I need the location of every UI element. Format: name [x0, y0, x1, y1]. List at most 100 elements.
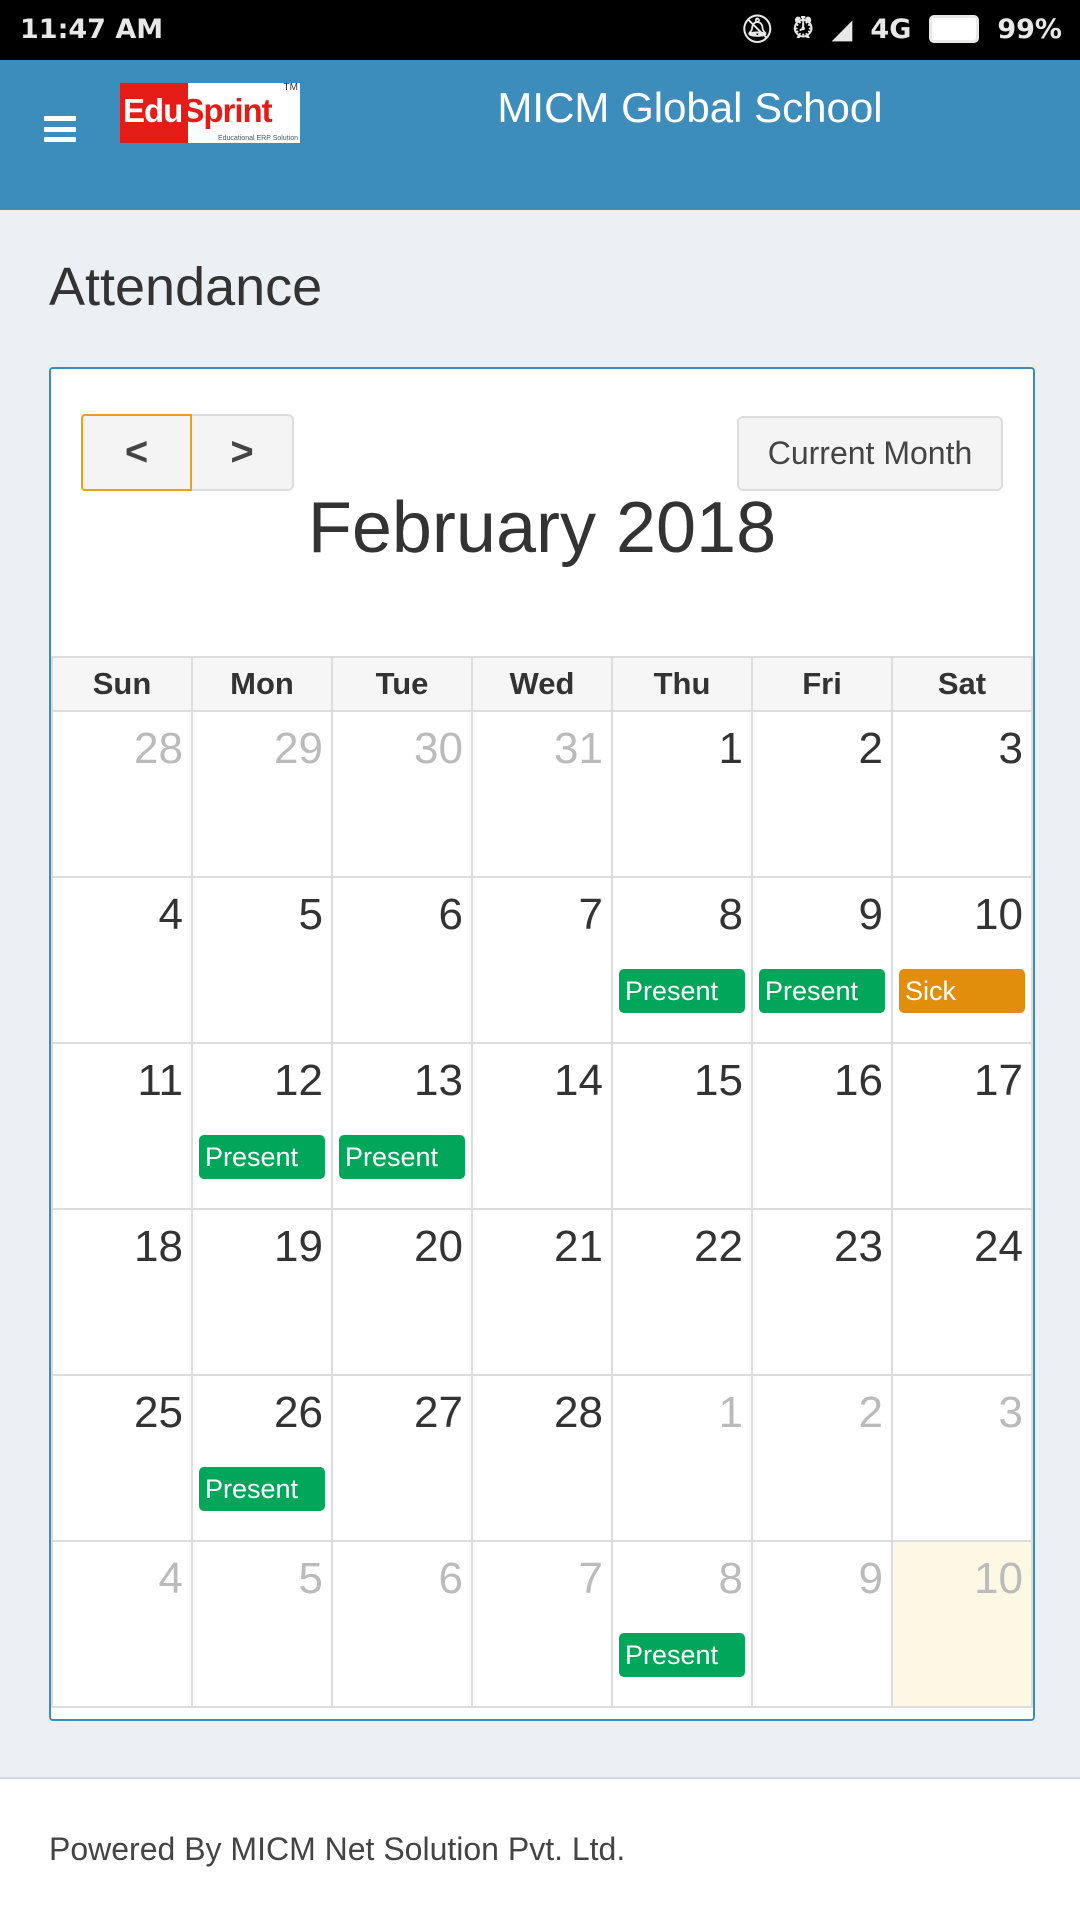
day-cell[interactable]: 3 [891, 1374, 1033, 1542]
day-number: 6 [438, 1554, 463, 1603]
day-cell[interactable]: 6 [331, 1540, 473, 1708]
footer: Powered By MICM Net Solution Pvt. Ltd. [0, 1777, 1080, 1920]
day-number: 8 [718, 890, 743, 939]
day-cell[interactable]: 22 [611, 1208, 753, 1376]
day-cell[interactable]: 4 [51, 876, 193, 1044]
alarm-icon: ⏰︎ [792, 13, 814, 44]
calendar-week: 25 26 Present 27 28 1 2 3 [51, 1374, 1033, 1542]
day-cell[interactable]: 28 [51, 710, 193, 878]
status-bar: 11:47 AM 🔕︎ ⏰︎ ◢ 4G 99% [0, 0, 1080, 60]
day-number: 1 [718, 724, 743, 773]
day-number: 18 [134, 1222, 183, 1271]
calendar-week: 28 29 30 31 1 2 3 [51, 710, 1033, 878]
day-cell[interactable]: 29 [191, 710, 333, 878]
network-type: 4G [870, 13, 912, 45]
day-cell[interactable]: 14 [471, 1042, 613, 1210]
day-cell[interactable]: 8 Present [611, 1540, 753, 1708]
attendance-event-sick[interactable]: Sick [899, 969, 1025, 1013]
weekday-header: Sat [891, 656, 1033, 712]
day-cell[interactable]: 10 [891, 1540, 1033, 1708]
day-number: 3 [998, 724, 1023, 773]
day-cell[interactable]: 31 [471, 710, 613, 878]
day-cell[interactable]: 4 [51, 1540, 193, 1708]
day-cell[interactable]: 28 [471, 1374, 613, 1542]
day-number: 21 [554, 1222, 603, 1271]
page-title: Attendance [49, 257, 323, 317]
menu-icon[interactable] [44, 116, 76, 142]
day-number: 5 [298, 890, 323, 939]
calendar-week: 4 5 6 7 8 Present 9 10 [51, 1540, 1033, 1708]
attendance-event-present[interactable]: Present [619, 969, 745, 1013]
day-cell[interactable]: 7 [471, 876, 613, 1044]
day-cell[interactable]: 26 Present [191, 1374, 333, 1542]
day-number: 11 [137, 1056, 183, 1105]
day-number: 6 [438, 890, 463, 939]
day-number: 8 [718, 1554, 743, 1603]
edusprint-logo[interactable]: EduSprint TM Educational ERP Solution [120, 82, 300, 143]
day-number: 27 [414, 1388, 463, 1437]
attendance-event-present[interactable]: Present [339, 1135, 465, 1179]
day-number: 23 [834, 1222, 883, 1271]
day-cell[interactable]: 16 [751, 1042, 893, 1210]
battery-icon [929, 15, 980, 43]
day-number: 9 [858, 890, 883, 939]
calendar-week: 11 12 Present 13 Present 14 15 16 17 [51, 1042, 1033, 1210]
day-cell[interactable]: 7 [471, 1540, 613, 1708]
next-month-button[interactable]: > [190, 414, 294, 491]
school-name: MICM Global School [497, 84, 883, 131]
day-cell[interactable]: 20 [331, 1208, 473, 1376]
day-number: 1 [718, 1388, 743, 1437]
day-cell[interactable]: 2 [751, 1374, 893, 1542]
attendance-event-present[interactable]: Present [619, 1633, 745, 1677]
day-number: 5 [298, 1554, 323, 1603]
day-cell[interactable]: 6 [331, 876, 473, 1044]
day-cell[interactable]: 8 Present [611, 876, 753, 1044]
day-cell[interactable]: 30 [331, 710, 473, 878]
day-cell[interactable]: 18 [51, 1208, 193, 1376]
day-number: 10 [974, 890, 1023, 939]
day-cell[interactable]: 2 [751, 710, 893, 878]
day-cell[interactable]: 5 [191, 1540, 333, 1708]
day-cell[interactable]: 19 [191, 1208, 333, 1376]
day-cell[interactable]: 11 [51, 1042, 193, 1210]
day-cell[interactable]: 9 Present [751, 876, 893, 1044]
day-number: 9 [858, 1554, 883, 1603]
day-cell[interactable]: 24 [891, 1208, 1033, 1376]
day-cell[interactable]: 1 [611, 1374, 753, 1542]
day-number: 7 [578, 1554, 603, 1603]
attendance-event-present[interactable]: Present [759, 969, 885, 1013]
day-number: 26 [274, 1388, 323, 1437]
day-cell[interactable]: 10 Sick [891, 876, 1033, 1044]
day-cell[interactable]: 9 [751, 1540, 893, 1708]
day-number: 4 [158, 1554, 183, 1603]
current-month-button[interactable]: Current Month [737, 416, 1003, 491]
day-cell[interactable]: 3 [891, 710, 1033, 878]
calendar-week: 18 19 20 21 22 23 24 [51, 1208, 1033, 1376]
month-title: February 2018 [307, 488, 777, 568]
day-number: 24 [974, 1222, 1023, 1271]
day-number: 10 [974, 1554, 1023, 1603]
day-number: 28 [554, 1388, 603, 1437]
day-number: 30 [414, 724, 463, 773]
day-cell[interactable]: 15 [611, 1042, 753, 1210]
day-cell[interactable]: 23 [751, 1208, 893, 1376]
calendar-grid: Sun Mon Tue Wed Thu Fri Sat 28 29 30 31 1 2 3 4 5 6 7 8 Pr… [51, 656, 1033, 1708]
day-number: 28 [134, 724, 183, 773]
day-cell[interactable]: 21 [471, 1208, 613, 1376]
day-cell[interactable]: 17 [891, 1042, 1033, 1210]
day-cell[interactable]: 1 [611, 710, 753, 878]
weekday-header: Sun [51, 656, 193, 712]
day-number: 15 [694, 1056, 743, 1105]
day-cell[interactable]: 5 [191, 876, 333, 1044]
day-number: 2 [858, 1388, 883, 1437]
prev-month-button[interactable]: < [81, 414, 192, 491]
day-cell[interactable]: 12 Present [191, 1042, 333, 1210]
day-number: 3 [998, 1388, 1023, 1437]
attendance-event-present[interactable]: Present [199, 1135, 325, 1179]
day-cell[interactable]: 27 [331, 1374, 473, 1542]
day-cell[interactable]: 13 Present [331, 1042, 473, 1210]
day-number: 17 [974, 1056, 1023, 1105]
day-cell[interactable]: 25 [51, 1374, 193, 1542]
attendance-event-present[interactable]: Present [199, 1467, 325, 1511]
calendar-week: 4 5 6 7 8 Present 9 Present 10 Sick [51, 876, 1033, 1044]
